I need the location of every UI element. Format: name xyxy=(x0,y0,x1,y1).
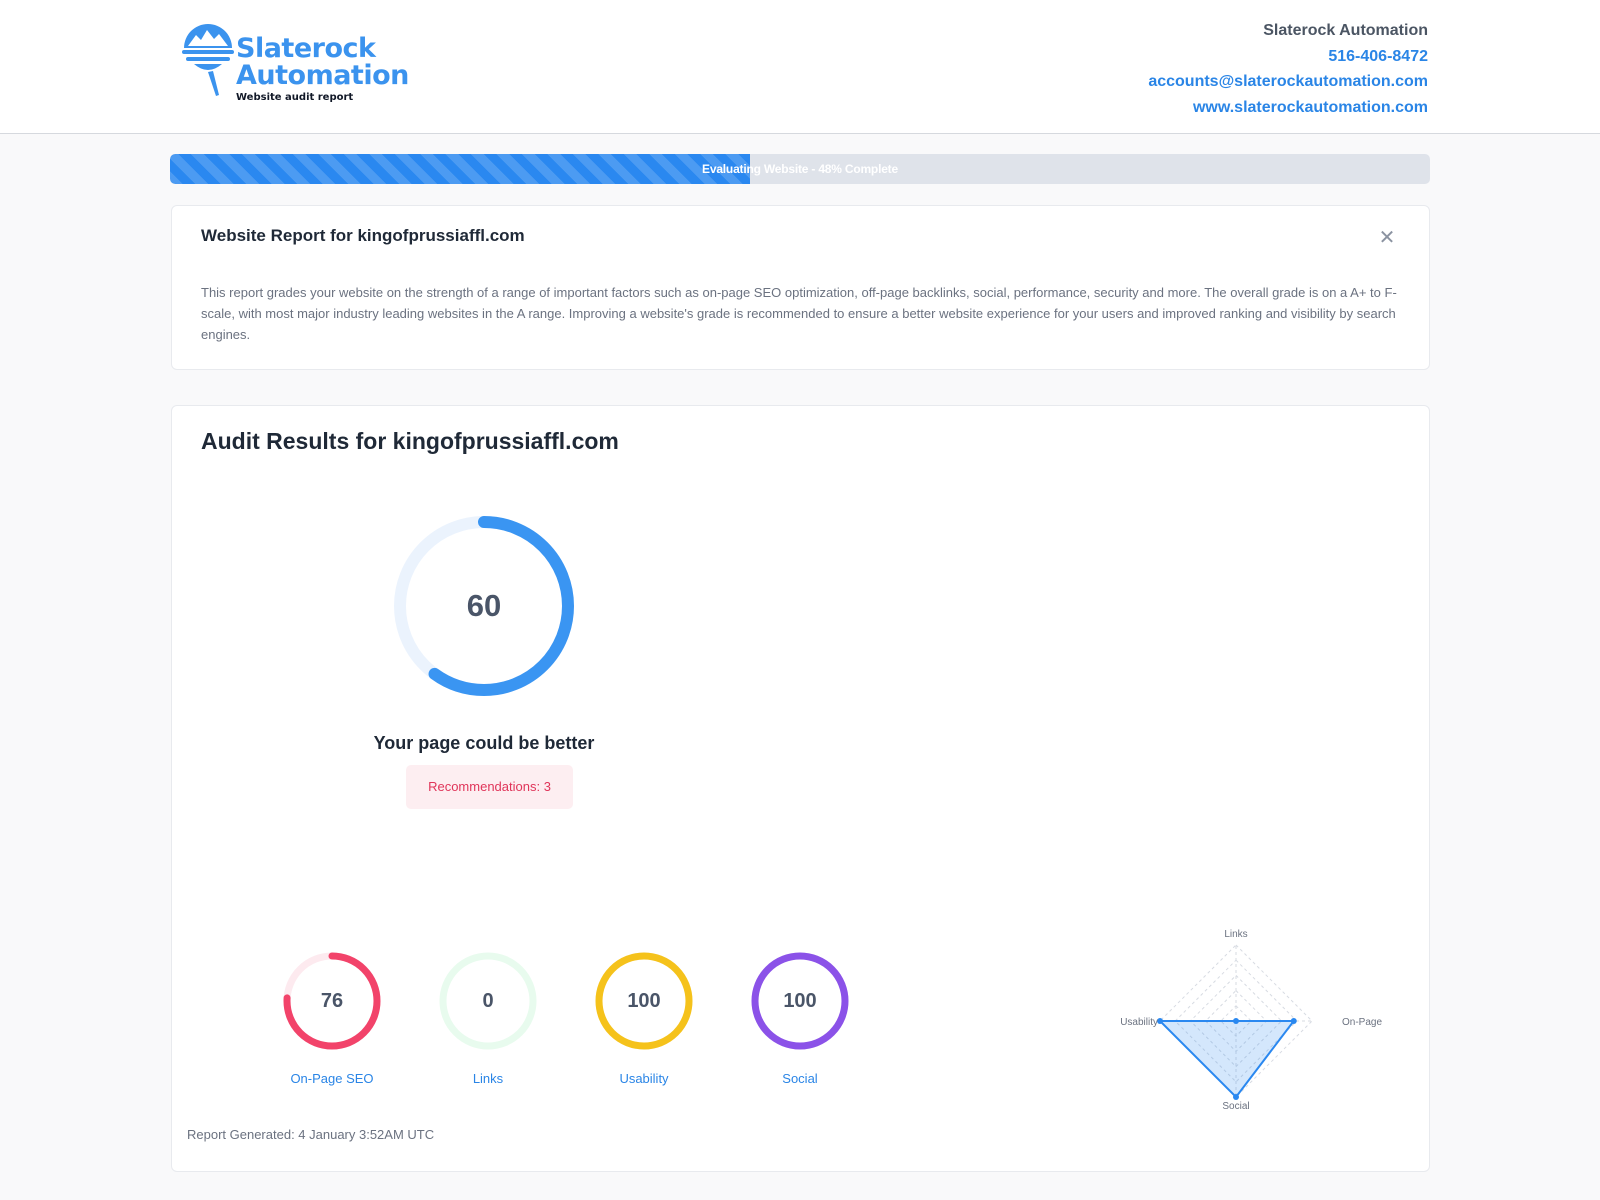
category-label: Social xyxy=(782,1071,818,1086)
category-score: 100 xyxy=(783,990,817,1012)
radar-axis-label: On-Page SEO xyxy=(1342,1017,1382,1028)
contact-block: Slaterock Automation 516-406-8472 accoun… xyxy=(1148,18,1428,120)
radar-svg: Links On-Page SEO Social Usability xyxy=(1120,929,1406,1112)
category-radar-chart: Links On-Page SEO Social Usability xyxy=(1082,921,1406,1112)
category-gauge-social[interactable]: 100 Social xyxy=(750,951,850,1086)
intro-description: This report grades your website on the s… xyxy=(201,285,1397,342)
website-link[interactable]: www.slaterockautomation.com xyxy=(1148,95,1428,121)
audit-title: Audit Results for kingofprussiaffl.com xyxy=(201,428,619,454)
category-label: On-Page SEO xyxy=(290,1071,374,1086)
category-gauge-links[interactable]: 0 Links xyxy=(438,951,538,1086)
score-verdict: Your page could be better xyxy=(373,733,595,753)
radar-series-area xyxy=(1157,1020,1296,1099)
category-label: Usability xyxy=(619,1071,669,1086)
intro-title: Website Report for kingofprussiaffl.com xyxy=(201,226,525,245)
evaluation-progress-bar: Evaluating Website - 48% Complete xyxy=(170,154,1430,184)
radar-axis-label: Social xyxy=(1222,1101,1249,1111)
category-gauge-usability[interactable]: 100 Usability xyxy=(594,951,694,1086)
magnifier-logo-icon xyxy=(182,24,234,96)
brand-logo[interactable]: Slaterock Automation Website audit repor… xyxy=(180,24,430,104)
logo-tagline: Website audit report xyxy=(236,92,354,103)
category-score: 100 xyxy=(627,990,661,1012)
radar-axis-label: Usability xyxy=(1120,1017,1158,1028)
radar-point xyxy=(1233,1018,1239,1024)
progress-label: Evaluating Website - 48% Complete xyxy=(702,162,898,176)
overall-score-gauge: 60 xyxy=(394,516,574,696)
email-link[interactable]: accounts@slaterockautomation.com xyxy=(1148,69,1428,95)
radar-axis-label: Links xyxy=(1224,929,1247,940)
category-score: 76 xyxy=(320,990,344,1012)
recommendations-badge[interactable]: Recommendations: 3 xyxy=(406,765,573,809)
close-icon[interactable]: ✕ xyxy=(1377,228,1397,248)
category-label: Links xyxy=(472,1071,504,1086)
company-name: Slaterock Automation xyxy=(1263,22,1428,39)
logo-wordmark-line2: Automation xyxy=(236,60,409,91)
audit-results-card: Audit Results for kingofprussiaffl.com 6… xyxy=(171,405,1430,1172)
radar-point xyxy=(1290,1018,1297,1024)
report-intro-card: Website Report for kingofprussiaffl.com … xyxy=(171,205,1430,370)
category-score: 0 xyxy=(482,990,494,1012)
report-generated-timestamp: Report Generated: 4 January 3:52AM UTC xyxy=(187,1127,435,1142)
report-header: Slaterock Automation Website audit repor… xyxy=(0,0,1600,134)
radar-point xyxy=(1233,1094,1239,1100)
overall-score-value: 60 xyxy=(466,588,502,623)
phone-link[interactable]: 516-406-8472 xyxy=(1148,44,1428,70)
category-gauge-onpage[interactable]: 76 On-Page SEO xyxy=(282,951,382,1086)
